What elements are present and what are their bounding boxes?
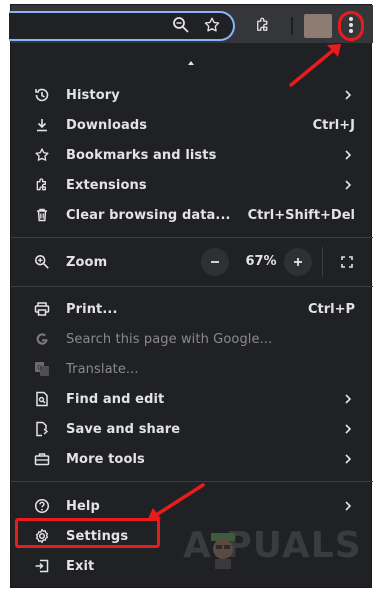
star-icon [33,146,51,164]
menu-item-label: Print... [66,301,118,317]
menu-item-label: Search this page with Google... [66,331,273,347]
menu-item-label: Save and share [66,421,181,437]
menu-item-label: More tools [66,451,145,467]
print-icon [33,300,51,318]
chevron-right-icon [345,501,352,511]
extensions-puzzle-icon[interactable] [253,15,273,35]
browser-toolbar [9,5,373,43]
menu-item-label: Help [66,498,100,514]
menu-item-exit[interactable]: Exit [11,551,373,581]
menu-caret [188,61,194,65]
browser-window: History Downloads Ctrl+J Bookmarks and l… [9,4,373,588]
menu-item-bookmarks[interactable]: Bookmarks and lists [11,140,373,170]
menu-item-label: Extensions [66,177,147,193]
profile-avatar[interactable] [304,14,332,38]
menu-item-label: Downloads [66,117,148,133]
menu-item-zoom: Zoom [11,247,373,277]
menu-item-translate[interactable]: G Translate... [11,354,373,384]
menu-item-help[interactable]: Help [11,491,373,521]
history-icon [33,86,51,104]
menu-item-save-and-share[interactable]: Save and share [11,414,373,444]
more-options-kebab-icon[interactable] [341,15,361,35]
chevron-right-icon [345,424,352,434]
chevron-right-icon [345,394,352,404]
menu-item-print[interactable]: Print... Ctrl+P [11,294,373,324]
menu-divider [11,286,373,287]
puzzle-icon [33,176,51,194]
plus-icon [294,258,302,266]
settings-highlight-box [15,518,160,548]
fullscreen-icon [341,256,353,268]
menu-item-more-tools[interactable]: More tools [11,444,373,474]
chevron-right-icon [345,454,352,464]
zoom-icon [33,253,51,271]
google-icon [33,330,51,348]
find-icon [33,390,51,408]
fullscreen-button[interactable] [333,248,361,276]
menu-item-label: History [66,87,120,103]
minus-icon [211,261,219,263]
menu-item-search-page-google[interactable]: Search this page with Google... [11,324,373,354]
menu-item-downloads[interactable]: Downloads Ctrl+J [11,110,373,140]
zoom-in-button[interactable] [284,248,312,276]
shortcut-text: Ctrl+J [312,117,355,133]
zoom-out-button[interactable] [201,248,229,276]
translate-icon: G [33,360,51,378]
chevron-right-icon [345,150,352,160]
menu-item-label: Bookmarks and lists [66,147,217,163]
menu-divider [11,481,373,482]
toolbar-separator [291,17,293,35]
menu-item-label: Clear browsing data... [66,207,231,223]
help-icon [33,497,51,515]
toolbox-icon [33,450,51,468]
menu-item-label: Find and edit [66,391,165,407]
svg-text:G: G [37,365,42,372]
menu-item-find-and-edit[interactable]: Find and edit [11,384,373,414]
menu-item-clear-browsing-data[interactable]: Clear browsing data... Ctrl+Shift+Del [11,200,373,230]
zoom-label: Zoom [66,254,108,270]
shortcut-text: Ctrl+P [307,301,355,317]
chevron-right-icon [345,90,352,100]
zoom-icon[interactable] [171,15,191,35]
chevron-right-icon [345,180,352,190]
download-icon [33,116,51,134]
zoom-level-value: 67% [245,254,277,269]
menu-divider [11,237,373,238]
zoom-separator [322,247,323,277]
bookmark-star-icon[interactable] [202,15,222,35]
menu-item-extensions[interactable]: Extensions [11,170,373,200]
exit-icon [33,557,51,575]
menu-item-history[interactable]: History [11,80,373,110]
save-share-icon [33,420,51,438]
menu-item-label: Exit [66,558,95,574]
menu-item-label: Translate... [66,361,139,377]
shortcut-text: Ctrl+Shift+Del [247,207,355,223]
trash-icon [33,206,51,224]
